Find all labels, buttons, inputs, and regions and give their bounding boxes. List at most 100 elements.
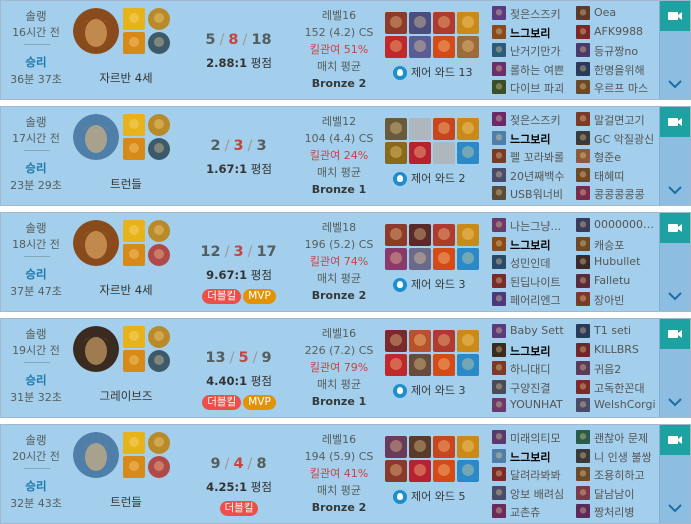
team-player[interactable]: 짱처리병 — [576, 502, 658, 521]
item-icon[interactable] — [385, 330, 407, 352]
player-name[interactable]: WelshCorgi — [594, 398, 660, 411]
item-icon[interactable] — [385, 354, 407, 376]
item-icon[interactable] — [385, 12, 407, 34]
team-player[interactable]: Hubullet — [576, 253, 658, 272]
trinket-icon[interactable] — [457, 436, 479, 458]
match-row[interactable]: 솔랭 18시간 전 승리 37분 47초 자르반 4세 12/3/17 9.67:1 평점 더… — [0, 212, 691, 312]
player-name[interactable]: 달남남이 — [594, 486, 660, 502]
item-icon[interactable] — [433, 36, 455, 58]
conqueror-rune-icon[interactable] — [148, 114, 170, 136]
player-name[interactable]: 성민인데 — [510, 255, 576, 271]
player-name[interactable]: 느그보리 — [510, 237, 576, 253]
player-name[interactable]: 난거기만가 — [510, 43, 576, 59]
team-player[interactable]: Baby Sett — [492, 322, 574, 341]
champion-portrait[interactable] — [73, 8, 119, 54]
player-name[interactable]: 귀음2 — [594, 361, 660, 377]
item-icon[interactable] — [457, 248, 479, 270]
player-name[interactable]: GC 악질광신 — [594, 131, 660, 147]
item-icon[interactable] — [433, 330, 455, 352]
player-name[interactable]: 태혜띠 — [594, 168, 660, 184]
player-name[interactable]: Falletu — [594, 274, 660, 287]
player-name[interactable]: 조용히하고 — [594, 467, 660, 483]
player-name[interactable]: 느그보리 — [510, 25, 576, 41]
team-player[interactable]: 펠 꼬라봐롤 — [492, 147, 574, 166]
champion-portrait[interactable] — [73, 114, 119, 160]
player-name[interactable]: 된딥나이트 — [510, 274, 576, 290]
player-name[interactable]: 느그보리 — [510, 343, 576, 359]
team-player[interactable]: USB워너비 — [492, 184, 574, 203]
domination-rune-icon[interactable] — [148, 456, 170, 478]
player-name[interactable]: 느그보리 — [510, 449, 576, 465]
flash-spell-icon[interactable] — [123, 114, 145, 136]
trinket-icon[interactable] — [457, 12, 479, 34]
team-player[interactable]: 장아빈 — [576, 290, 658, 309]
trinket-icon[interactable] — [457, 224, 479, 246]
expand-chevron-icon[interactable] — [667, 502, 683, 514]
item-icon[interactable] — [433, 354, 455, 376]
team-player[interactable]: 캐승포 — [576, 235, 658, 254]
player-name[interactable]: YOUNHAT — [510, 398, 576, 411]
smite-spell-icon[interactable] — [123, 456, 145, 478]
item-icon[interactable] — [433, 436, 455, 458]
team-player[interactable]: 느그보리 — [492, 23, 574, 42]
team-player[interactable]: AFK9988 — [576, 23, 658, 42]
team-player[interactable]: 젖은스즈키 — [492, 4, 574, 23]
player-name[interactable]: 짱처리병 — [594, 504, 660, 520]
expand-chevron-icon[interactable] — [667, 290, 683, 302]
player-name[interactable]: 말걸면고기 — [594, 112, 660, 128]
team-player[interactable]: KILLBRS — [576, 341, 658, 360]
player-name[interactable]: 롤하는 여쁜 — [510, 62, 576, 78]
item-icon[interactable] — [385, 460, 407, 482]
champion-portrait[interactable] — [73, 220, 119, 266]
player-name[interactable]: 고독한꼰대 — [594, 380, 660, 396]
item-icon[interactable] — [433, 118, 455, 140]
item-icon[interactable] — [385, 248, 407, 270]
item-icon[interactable] — [457, 36, 479, 58]
team-player[interactable]: 고독한꼰대 — [576, 378, 658, 397]
trinket-icon[interactable] — [457, 118, 479, 140]
resolve-rune-icon[interactable] — [148, 350, 170, 372]
team-player[interactable]: 느그보리 — [492, 235, 574, 254]
item-icon[interactable] — [385, 224, 407, 246]
team-player[interactable]: 교촌츄 — [492, 502, 574, 521]
team-player[interactable]: 달려라봐봐 — [492, 465, 574, 484]
team-player[interactable]: 느그보리 — [492, 341, 574, 360]
team-player[interactable]: T1 seti — [576, 322, 658, 341]
domination-rune-icon[interactable] — [148, 244, 170, 266]
team-player[interactable]: 앙보 배려심 — [492, 484, 574, 503]
team-player[interactable]: 태혜띠 — [576, 166, 658, 185]
champion-portrait[interactable] — [73, 326, 119, 372]
player-name[interactable]: 미래의티모 — [510, 430, 576, 446]
flash-spell-icon[interactable] — [123, 326, 145, 348]
team-player[interactable]: GC 악질광신 — [576, 129, 658, 148]
replay-camera-button[interactable] — [660, 107, 690, 137]
empty-item-slot[interactable] — [409, 118, 431, 140]
team-player[interactable]: 느그보리 — [492, 129, 574, 148]
match-row[interactable]: 솔랭 17시간 전 승리 23분 29초 트런들 2/3/3 1.67:1 평점 레벨12 10… — [0, 106, 691, 206]
player-name[interactable]: T1 seti — [594, 324, 660, 337]
player-name[interactable]: KILLBRS — [594, 343, 660, 356]
item-icon[interactable] — [409, 436, 431, 458]
team-player[interactable]: Falletu — [576, 272, 658, 291]
team-player[interactable]: 우르프 마스 — [576, 78, 658, 97]
player-name[interactable]: USB워너비 — [510, 186, 576, 202]
item-icon[interactable] — [385, 142, 407, 164]
player-name[interactable]: 캐승포 — [594, 237, 660, 253]
team-player[interactable]: WelshCorgi — [576, 396, 658, 415]
team-player[interactable]: 롤하는 여쁜 — [492, 60, 574, 79]
team-player[interactable]: 말걸면고기 — [576, 110, 658, 129]
smite-spell-icon[interactable] — [123, 32, 145, 54]
player-name[interactable]: 달려라봐봐 — [510, 467, 576, 483]
player-name[interactable]: 0000000o00 — [594, 218, 660, 231]
trinket-icon[interactable] — [457, 330, 479, 352]
expand-chevron-icon[interactable] — [667, 184, 683, 196]
item-icon[interactable] — [457, 142, 479, 164]
item-icon[interactable] — [409, 248, 431, 270]
item-icon[interactable] — [409, 12, 431, 34]
item-icon[interactable] — [385, 36, 407, 58]
team-player[interactable]: 한명을위해 — [576, 60, 658, 79]
item-icon[interactable] — [433, 12, 455, 34]
smite-spell-icon[interactable] — [123, 138, 145, 160]
team-player[interactable]: 20년째백수 — [492, 166, 574, 185]
empty-item-slot[interactable] — [433, 142, 455, 164]
